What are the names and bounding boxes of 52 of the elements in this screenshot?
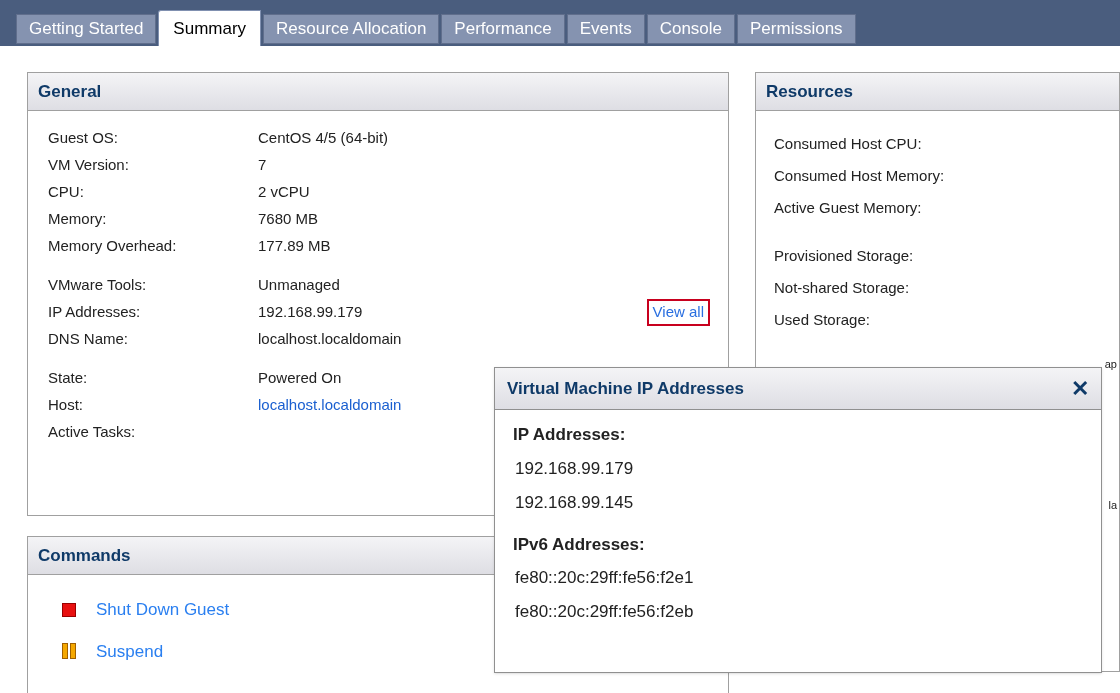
tab[interactable]: Resource Allocation (263, 14, 440, 44)
tab[interactable]: Events (566, 14, 645, 44)
panel-title: Resources (766, 80, 853, 103)
host-link[interactable]: localhost.localdomain (258, 394, 402, 417)
field-label: Active Tasks: (48, 422, 137, 443)
tab[interactable]: Console (646, 14, 736, 44)
partial-text: la (1108, 500, 1117, 511)
field-value: Powered On (258, 368, 342, 389)
pause-icon (62, 643, 76, 660)
field-label: CPU: (48, 182, 85, 203)
field-value: Unmanaged (258, 275, 340, 296)
section-heading: IPv6 Addresses: (513, 533, 646, 556)
field-label: Host: (48, 395, 84, 416)
address-text: fe80::20c:29ff:fe56:f2e1 (514, 567, 695, 589)
view-all-link[interactable]: View all (646, 299, 710, 326)
field-label: State: (48, 368, 89, 389)
field-label: DNS Name: (48, 329, 130, 350)
field-value: 2 vCPU (258, 182, 310, 203)
field-label: Memory: (48, 209, 108, 230)
command-link[interactable]: Suspend (96, 638, 164, 664)
tab[interactable]: Summary (158, 10, 262, 46)
tab[interactable]: Performance (441, 14, 565, 44)
field-value: localhost.localdomain (258, 329, 402, 350)
field-label: Not-shared Storage: (774, 278, 911, 298)
close-button[interactable]: ✕ (1071, 377, 1089, 400)
section-heading: IP Addresses: (513, 424, 627, 446)
field-label: IP Addresses: (48, 302, 142, 323)
field-value: CentOS 4/5 (64-bit) (258, 128, 389, 149)
partial-text: ap (1104, 359, 1117, 370)
address-text: fe80::20c:29ff:fe56:f2eb (514, 601, 695, 623)
field-label: Consumed Host CPU: (774, 134, 923, 154)
panel-title: General (38, 80, 102, 103)
address-text: 192.168.99.179 (514, 457, 635, 480)
popup-title: Virtual Machine IP Addresses (507, 377, 744, 400)
tab[interactable]: Getting Started (16, 14, 157, 44)
field-label: Consumed Host Memory: (774, 166, 946, 186)
field-label: VM Version: (48, 155, 130, 176)
field-value: 177.89 MB (258, 236, 331, 257)
field-label: VMware Tools: (48, 275, 148, 296)
field-label: Memory Overhead: (48, 236, 178, 257)
field-value: 7680 MB (258, 209, 319, 230)
stop-icon (62, 602, 76, 617)
field-value: 7 (258, 155, 267, 176)
tab[interactable]: Permissions (737, 14, 856, 44)
field-label: Used Storage: (774, 310, 871, 330)
panel-title: Commands (38, 544, 131, 567)
field-value: 192.168.99.179 (258, 302, 363, 323)
command-link[interactable]: Shut Down Guest (96, 597, 230, 623)
field-label: Active Guest Memory: (774, 198, 923, 218)
field-label: Guest OS: (48, 128, 120, 149)
field-label: Provisioned Storage: (774, 246, 915, 266)
address-text: 192.168.99.145 (514, 491, 635, 514)
